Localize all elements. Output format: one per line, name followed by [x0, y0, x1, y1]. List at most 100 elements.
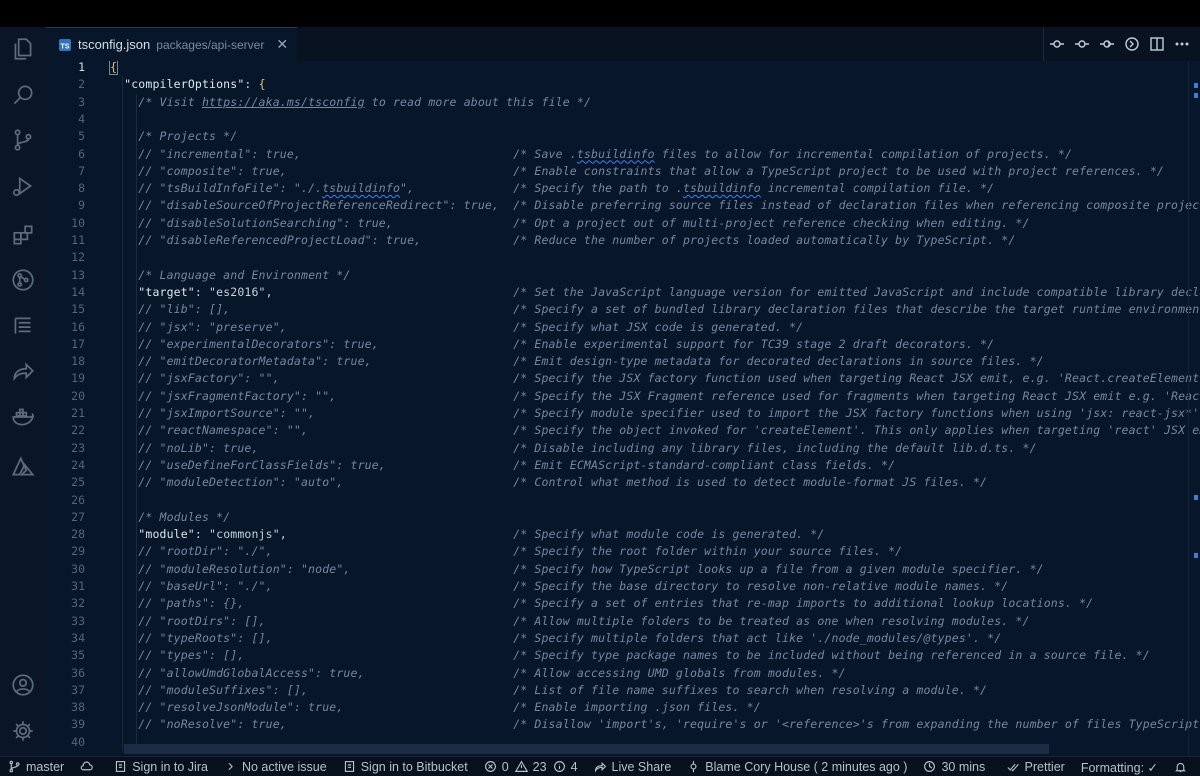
code-line[interactable]: // "useDefineForClassFields": true, /* E… — [110, 457, 895, 474]
code-line[interactable]: // "allowUmdGlobalAccess": true, /* Allo… — [110, 665, 846, 682]
code-line[interactable]: // "resolveJsonModule": true, /* Enable … — [110, 699, 761, 716]
code-line[interactable]: // "typeRoots": [], /* Specify multiple … — [110, 630, 1001, 647]
code-line[interactable]: // "jsx": "preserve", /* Specify what JS… — [110, 319, 803, 336]
line-number: 27 — [71, 509, 85, 524]
search-icon[interactable] — [0, 73, 46, 117]
code-line[interactable]: // "incremental": true, /* Save .tsbuild… — [110, 146, 1072, 163]
active-issue[interactable]: No active issue — [216, 757, 335, 776]
timer-status[interactable]: 30 mins — [915, 757, 993, 776]
line-number: 33 — [71, 613, 85, 628]
jira-signin[interactable]: Sign in to Jira — [106, 757, 216, 776]
timeline-icon[interactable] — [0, 304, 46, 348]
code-line[interactable]: // "reactNamespace": "", /* Specify the … — [110, 422, 1200, 439]
source-control-icon[interactable] — [0, 118, 46, 162]
line-number: 40 — [71, 734, 85, 749]
code-line[interactable]: // "rootDir": "./", /* Specify the root … — [110, 543, 902, 560]
line-number: 35 — [71, 648, 85, 663]
status-bar: master Sign in to Jira No active issue S… — [0, 756, 1200, 776]
git-graph-icon[interactable] — [0, 258, 46, 302]
line-number: 8 — [78, 181, 85, 196]
line-number: 6 — [78, 146, 85, 161]
git-blame-status[interactable]: Blame Cory House ( 2 minutes ago ) — [679, 757, 915, 776]
line-number: 39 — [71, 717, 85, 732]
tab-close-button[interactable]: ✕ — [276, 36, 288, 53]
live-share-icon[interactable] — [0, 350, 46, 394]
code-line[interactable]: "module": "commonjs", /* Specify what mo… — [110, 526, 824, 543]
error-count: 0 — [501, 759, 509, 774]
account-icon[interactable] — [0, 663, 46, 707]
code-line[interactable]: // "jsxImportSource": "", /* Specify mod… — [110, 405, 1200, 422]
clock-icon — [924, 761, 936, 772]
code-line[interactable]: /* Language and Environment */ — [110, 267, 351, 284]
run-debug-icon[interactable] — [0, 164, 46, 208]
code-line[interactable]: // "lib": [], /* Specify a set of bundle… — [110, 301, 1200, 318]
horizontal-scrollbar[interactable] — [124, 744, 1049, 754]
code-line[interactable]: // "jsxFactory": "", /* Specify the JSX … — [110, 370, 1200, 387]
live-share-status[interactable]: Live Share — [586, 757, 680, 776]
branch-name: master — [26, 759, 65, 774]
code-line[interactable]: // "emitDecoratorMetadata": true, /* Emi… — [110, 353, 1044, 370]
code-line[interactable]: { — [108, 61, 119, 76]
code-line[interactable]: // "moduleDetection": "auto", /* Control… — [110, 474, 987, 491]
branch-status[interactable]: master — [0, 757, 72, 776]
split-editor-icon[interactable] — [1144, 32, 1169, 56]
overview-ruler[interactable] — [1188, 61, 1200, 756]
code-line[interactable]: /* Projects */ — [110, 128, 237, 145]
code-line[interactable]: // "moduleSuffixes": [], /* List of file… — [110, 682, 987, 699]
warning-count: 23 — [532, 759, 547, 774]
timer-label: 30 mins — [941, 759, 986, 774]
code-line[interactable]: // "moduleResolution": "node", /* Specif… — [110, 561, 1044, 578]
editor-tab-bar: TS tsconfig.json packages/api-server ✕ — [46, 27, 1200, 61]
line-number: 26 — [71, 492, 85, 507]
bell-icon — [1175, 762, 1186, 772]
docker-icon[interactable] — [0, 395, 46, 439]
line-number: 29 — [71, 544, 85, 559]
settings-gear-icon[interactable] — [0, 709, 46, 753]
explorer-icon[interactable] — [0, 27, 46, 71]
overview-marker — [1194, 93, 1198, 98]
code-line[interactable]: // "rootDirs": [], /* Allow multiple fol… — [110, 613, 1030, 630]
line-number: 34 — [71, 630, 85, 645]
code-line[interactable]: // "noResolve": true, /* Disallow 'impor… — [110, 716, 1200, 733]
code-area[interactable]: { "compilerOptions": { /* Visit https://… — [108, 61, 1200, 756]
code-line[interactable]: // "noLib": true, /* Disable including a… — [110, 440, 1037, 457]
code-line[interactable]: // "jsxFragmentFactory": "", /* Specify … — [110, 388, 1200, 405]
code-line[interactable]: "target": "es2016", /* Set the JavaScrip… — [110, 284, 1200, 301]
code-line[interactable]: // "baseUrl": "./", /* Specify the base … — [110, 578, 1008, 595]
code-line[interactable]: // "tsBuildInfoFile": "./.tsbuildinfo", … — [110, 180, 994, 197]
code-line[interactable]: // "disableReferencedProjectLoad": true,… — [110, 232, 1015, 249]
azure-icon[interactable] — [0, 445, 46, 489]
prettier-status[interactable]: Prettier — [999, 757, 1073, 776]
problems-status[interactable]: 0 23 4 — [476, 757, 586, 776]
line-number: 28 — [71, 527, 85, 542]
code-editor[interactable]: 1 2 3 4 5 6 7 8 9 10 11 12 13 14 15 16 17 18 19 20 21 22 23 24 2… — [46, 61, 1200, 756]
more-actions-icon[interactable] — [1169, 32, 1194, 56]
code-line[interactable]: /* Visit https://aka.ms/tsconfig to read… — [110, 94, 591, 111]
code-line[interactable]: /* Modules */ — [110, 509, 230, 526]
extensions-icon[interactable] — [0, 213, 46, 257]
code-line[interactable]: // "paths": {}, /* Specify a set of entr… — [110, 595, 1093, 612]
sync-status[interactable] — [72, 757, 106, 776]
overview-marker — [1194, 83, 1198, 88]
git-compare-icon[interactable] — [1044, 32, 1069, 56]
formatting-status[interactable]: Formatting: ✓ — [1073, 757, 1166, 776]
line-number: 31 — [71, 579, 85, 593]
tab-filename: tsconfig.json — [78, 37, 151, 52]
code-line[interactable]: "compilerOptions": { — [110, 76, 266, 93]
code-line[interactable]: // "composite": true, /* Enable constrai… — [110, 163, 1164, 180]
code-line[interactable]: // "disableSourceOfProjectReferenceRedir… — [110, 197, 1200, 214]
code-line[interactable]: // "types": [], /* Specify type package … — [110, 647, 1150, 664]
remote-icon[interactable] — [1119, 32, 1144, 56]
line-number: 36 — [71, 665, 85, 680]
bitbucket-signin[interactable]: Sign in to Bitbucket — [335, 757, 476, 776]
code-line[interactable]: // "disableSolutionSearching": true, /* … — [110, 215, 1030, 232]
formatting-label: Formatting: ✓ — [1080, 760, 1158, 775]
code-line[interactable]: // "experimentalDecorators": true, /* En… — [110, 336, 994, 353]
notifications-status[interactable] — [1166, 757, 1200, 776]
error-icon — [484, 761, 496, 772]
tab-path: packages/api-server — [156, 37, 265, 52]
git-commit-icon[interactable] — [1069, 32, 1094, 56]
tab-tsconfig[interactable]: TS tsconfig.json packages/api-server ✕ — [46, 27, 297, 61]
git-compare-next-icon[interactable] — [1094, 32, 1119, 56]
line-number: 19 — [71, 371, 85, 386]
